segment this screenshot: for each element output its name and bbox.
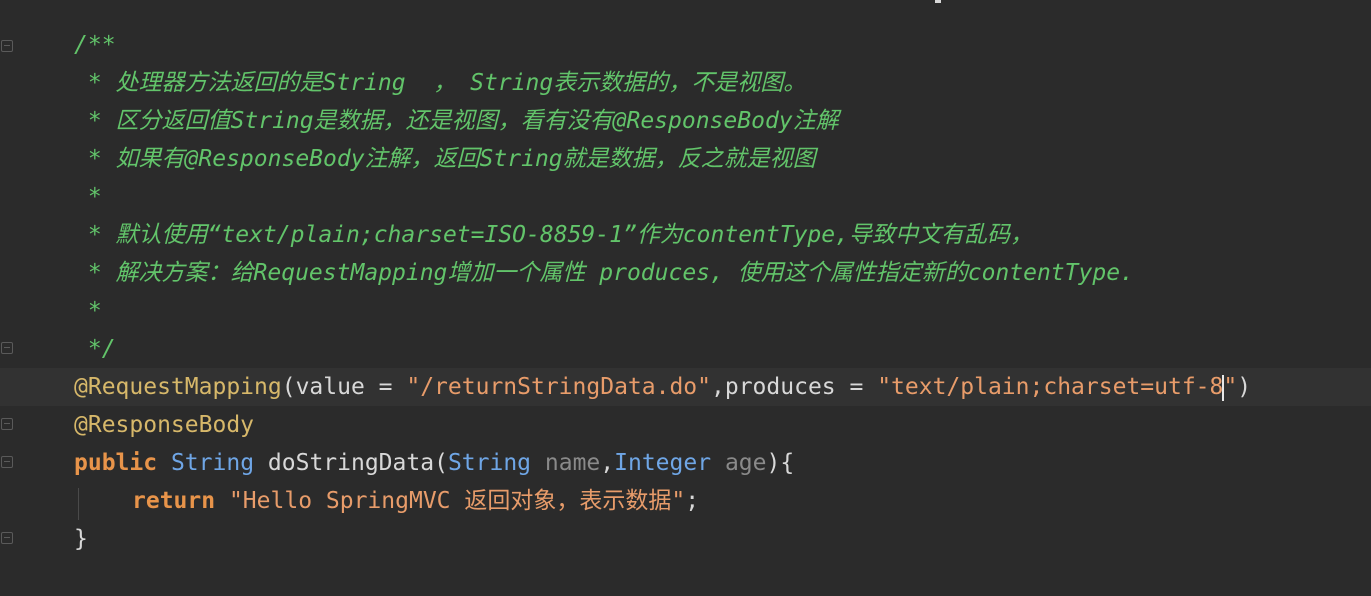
comment-line: *	[74, 184, 102, 210]
comment-line: */	[74, 336, 116, 362]
response-body-annotation: @ResponseBody	[74, 412, 255, 438]
comment-line: * 处理器方法返回的是String ， String表示数据的，不是视图。	[74, 70, 807, 96]
comment-line: * 默认使用“text/plain;charset=ISO-8859-1”作为c…	[74, 222, 1033, 248]
comment-line: * 区分返回值String是数据，还是视图，看有没有@ResponseBody注…	[74, 108, 839, 134]
return-statement: return "Hello SpringMVC 返回对象，表示数据";	[132, 488, 700, 514]
scroll-marker	[935, 0, 941, 3]
code-line[interactable]: * 解决方案：给RequestMapping增加一个属性 produces, 使…	[0, 254, 1371, 292]
code-line[interactable]: @ResponseBody	[0, 406, 1371, 444]
code-line[interactable]: * 处理器方法返回的是String ， String表示数据的，不是视图。	[0, 64, 1371, 102]
comment-line: /**	[74, 32, 116, 58]
code-line[interactable]: * 如果有@ResponseBody注解，返回String就是数据，反之就是视图	[0, 140, 1371, 178]
code-line[interactable]: return "Hello SpringMVC 返回对象，表示数据";	[0, 482, 1371, 520]
code-line[interactable]: * 默认使用“text/plain;charset=ISO-8859-1”作为c…	[0, 216, 1371, 254]
comment-line: * 如果有@ResponseBody注解，返回String就是数据，反之就是视图	[74, 146, 816, 172]
request-mapping-annotation: @RequestMapping(value = "/returnStringDa…	[74, 374, 1252, 401]
comment-line: * 解决方案：给RequestMapping增加一个属性 produces, 使…	[74, 260, 1134, 286]
comment-line: *	[74, 298, 102, 324]
code-line[interactable]: *	[0, 292, 1371, 330]
code-line[interactable]: * 区分返回值String是数据，还是视图，看有没有@ResponseBody注…	[0, 102, 1371, 140]
code-line[interactable]: public String doStringData(String name,I…	[0, 444, 1371, 482]
code-line[interactable]: */	[0, 330, 1371, 368]
code-line[interactable]: }	[0, 520, 1371, 558]
method-signature: public String doStringData(String name,I…	[74, 450, 795, 476]
code-line[interactable]: /**	[0, 26, 1371, 64]
code-line[interactable]: *	[0, 178, 1371, 216]
closing-brace: }	[74, 526, 88, 552]
code-line-current[interactable]: @RequestMapping(value = "/returnStringDa…	[0, 368, 1371, 406]
